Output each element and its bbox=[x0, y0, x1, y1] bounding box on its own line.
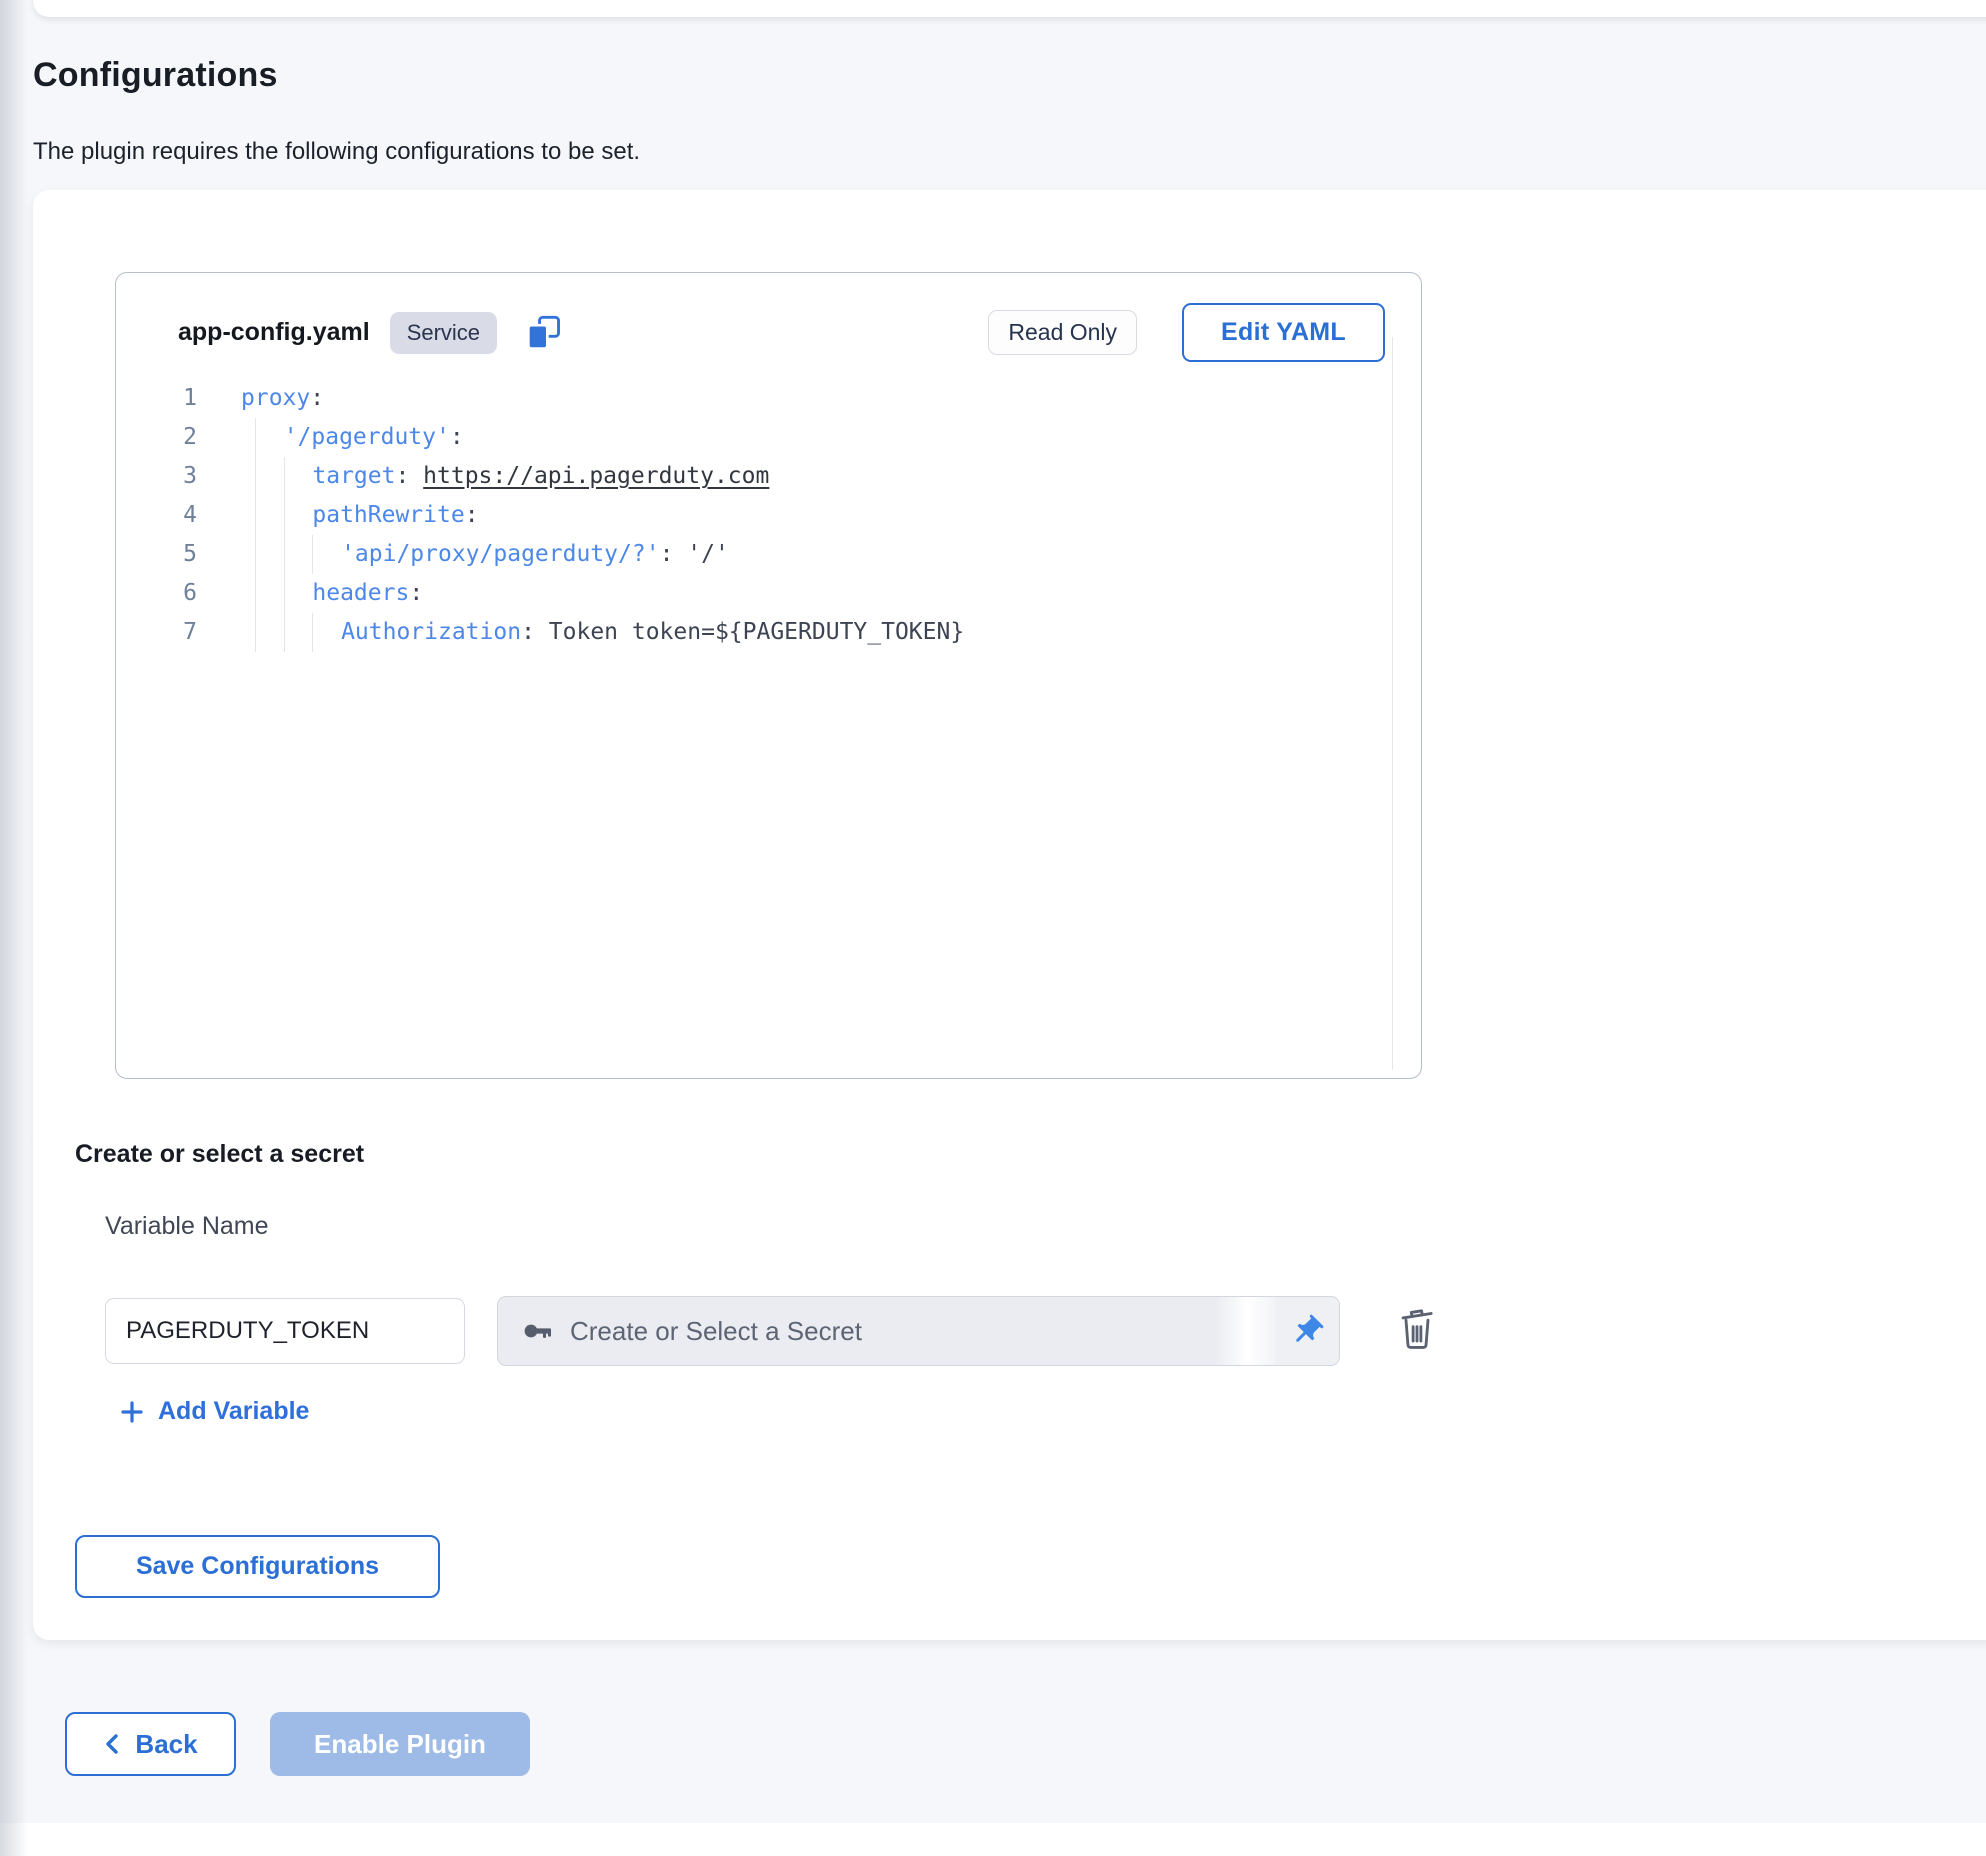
code-line: 2'/pagerduty': bbox=[116, 418, 1387, 457]
code-line: 6headers: bbox=[116, 574, 1387, 613]
save-configurations-button[interactable]: Save Configurations bbox=[75, 1535, 440, 1598]
code-line: 7Authorization: Token token=${PAGERDUTY_… bbox=[116, 613, 1387, 652]
variable-name-label: Variable Name bbox=[105, 1212, 269, 1241]
trash-icon bbox=[1395, 1302, 1439, 1354]
secret-section-heading: Create or select a secret bbox=[75, 1140, 364, 1169]
plus-icon bbox=[120, 1400, 144, 1424]
variable-name-input[interactable] bbox=[105, 1298, 465, 1364]
edit-yaml-button[interactable]: Edit YAML bbox=[1182, 303, 1385, 362]
code-line: 4pathRewrite: bbox=[116, 496, 1387, 535]
page-title: Configurations bbox=[33, 56, 278, 95]
bottom-strip bbox=[0, 1823, 1986, 1856]
code-line: 5'api/proxy/pagerduty/?': '/' bbox=[116, 535, 1387, 574]
delete-variable-button[interactable] bbox=[1395, 1300, 1439, 1356]
code-line: 3target: https://api.pagerduty.com bbox=[116, 457, 1387, 496]
editor-header: app-config.yaml Service Read Only Edit Y… bbox=[116, 273, 1421, 362]
page-subtitle: The plugin requires the following config… bbox=[33, 138, 640, 166]
copy-button[interactable] bbox=[525, 314, 563, 352]
yaml-editor-card: app-config.yaml Service Read Only Edit Y… bbox=[115, 272, 1422, 1079]
add-variable-label: Add Variable bbox=[158, 1397, 309, 1426]
configurations-card: app-config.yaml Service Read Only Edit Y… bbox=[33, 190, 1986, 1640]
left-edge-shadow bbox=[0, 0, 28, 1856]
editor-scroll-divider bbox=[1392, 337, 1393, 1070]
enable-plugin-button[interactable]: Enable Plugin bbox=[270, 1712, 530, 1776]
pushpin-icon bbox=[1289, 1313, 1325, 1349]
copy-icon bbox=[525, 314, 563, 352]
editor-filename: app-config.yaml bbox=[178, 318, 370, 347]
previous-section-card bbox=[33, 0, 1986, 17]
secret-select-placeholder: Create or Select a Secret bbox=[570, 1316, 862, 1347]
code-line: 1proxy: bbox=[116, 379, 1387, 418]
back-button[interactable]: Back bbox=[65, 1712, 236, 1776]
pin-button[interactable] bbox=[1275, 1297, 1339, 1365]
plugin-configuration-page: Configurations The plugin requires the f… bbox=[0, 0, 1986, 1856]
yaml-code[interactable]: 1proxy:2'/pagerduty':3target: https://ap… bbox=[116, 379, 1387, 1070]
back-button-label: Back bbox=[135, 1729, 197, 1760]
read-only-badge: Read Only bbox=[988, 310, 1137, 355]
service-badge: Service bbox=[390, 312, 497, 354]
add-variable-button[interactable]: Add Variable bbox=[120, 1397, 309, 1426]
chevron-left-icon bbox=[103, 1732, 123, 1756]
secret-select[interactable]: Create or Select a Secret bbox=[497, 1296, 1340, 1366]
key-icon bbox=[522, 1315, 554, 1347]
select-fade bbox=[1215, 1297, 1275, 1365]
